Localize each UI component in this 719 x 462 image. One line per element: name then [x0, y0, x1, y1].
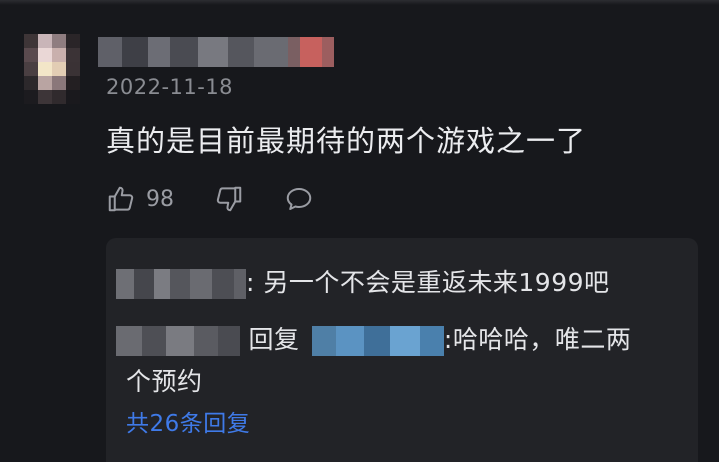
reply-text-line-1: 哈哈哈，唯二两 — [452, 325, 632, 354]
avatar[interactable] — [24, 34, 80, 104]
reply-text-line-2: 个预约 — [126, 367, 203, 396]
thumbs-down-icon — [214, 184, 244, 214]
replies-panel: : 另一个不会是重返未来1999吧 回复 :哈哈哈，唯二两 个预约 共26条回复 — [106, 238, 698, 462]
dislike-button[interactable] — [214, 184, 244, 214]
reply-username-blurred[interactable] — [116, 326, 240, 356]
thumbs-up-icon — [106, 184, 136, 214]
reply-text: 另一个不会是重返未来1999吧 — [263, 268, 610, 297]
reply-item[interactable]: 回复 :哈哈哈，唯二两 — [116, 320, 631, 356]
reply-username-blurred[interactable] — [116, 269, 246, 299]
chat-bubble-icon — [284, 184, 314, 214]
reply-item[interactable]: : 另一个不会是重返未来1999吧 — [116, 263, 610, 299]
username-blurred[interactable] — [98, 37, 334, 67]
like-count: 98 — [146, 186, 174, 212]
reply-to-username-blurred[interactable] — [311, 326, 444, 356]
reply-separator: : — [246, 268, 255, 297]
top-divider — [0, 0, 719, 5]
comment-actions: 98 — [106, 182, 314, 216]
reply-separator: : — [443, 325, 453, 354]
like-button[interactable]: 98 — [106, 184, 174, 214]
reply-button[interactable] — [284, 184, 314, 214]
comment-text: 真的是目前最期待的两个游戏之一了 — [106, 124, 587, 158]
comment-page: 2022-11-18 真的是目前最期待的两个游戏之一了 98: 另一个不会是重… — [0, 0, 719, 462]
more-replies-link[interactable]: 共26条回复 — [126, 404, 250, 438]
comment-date: 2022-11-18 — [106, 75, 234, 99]
reply-word: 回复 — [248, 325, 300, 354]
